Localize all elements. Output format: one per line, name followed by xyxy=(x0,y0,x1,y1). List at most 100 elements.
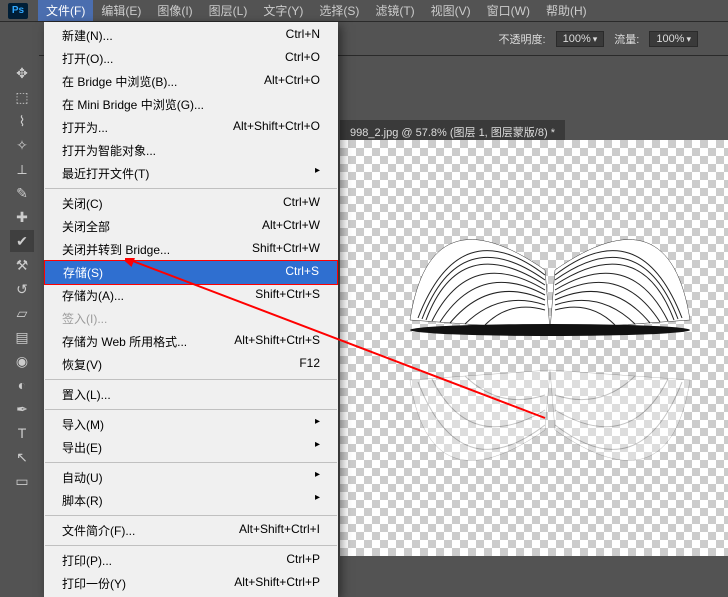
menu-item[interactable]: 文件简介(F)...Alt+Shift+Ctrl+I xyxy=(44,519,338,542)
menu-item-label: 最近打开文件(T) xyxy=(62,165,149,182)
menu-item[interactable]: 存储为 Web 所用格式... Alt+Shift+Ctrl+S xyxy=(44,330,338,353)
menu-view[interactable]: 视图(V) xyxy=(423,0,479,21)
tool-type[interactable]: T xyxy=(10,422,34,444)
menu-select[interactable]: 选择(S) xyxy=(311,0,367,21)
tool-gradient[interactable]: ▤ xyxy=(10,326,34,348)
menu-item[interactable]: 导入(M) xyxy=(44,413,338,436)
menu-item-label: 在 Mini Bridge 中浏览(G)... xyxy=(62,96,204,113)
menu-item-label: 存储为(A)... xyxy=(62,287,124,304)
file-dropdown: 新建(N)...Ctrl+N 打开(O)... Ctrl+O 在 Bridge 中浏览… xyxy=(44,22,338,597)
menu-item[interactable]: 打开为... Alt+Shift+Ctrl+O xyxy=(44,116,338,139)
menu-item-shortcut: Ctrl+W xyxy=(283,195,320,212)
menu-item-label: 自动(U) xyxy=(62,469,103,486)
menu-item[interactable]: 脚本(R) xyxy=(44,489,338,512)
menu-item[interactable]: 关闭全部 Alt+Ctrl+W xyxy=(44,215,338,238)
menu-item-label: 打印(P)... xyxy=(62,552,112,569)
menu-item-label: 文件简介(F)... xyxy=(62,522,135,539)
tool-crop[interactable]: ⟂ xyxy=(10,158,34,180)
opacity-label: 不透明度: xyxy=(499,31,546,47)
menu-item-label: 打印一份(Y) xyxy=(62,575,126,592)
menu-item[interactable]: 打开(O)... Ctrl+O xyxy=(44,47,338,70)
menu-item[interactable]: 在 Mini Bridge 中浏览(G)... xyxy=(44,93,338,116)
menu-item-label: 打开为... xyxy=(62,119,108,136)
flow-value[interactable]: 100%▾ xyxy=(649,31,698,47)
tool-path[interactable]: ↖ xyxy=(10,446,34,468)
tool-wand[interactable]: ✧ xyxy=(10,134,34,156)
tool-history[interactable]: ↺ xyxy=(10,278,34,300)
tool-eraser[interactable]: ▱ xyxy=(10,302,34,324)
menu-item[interactable]: 打印一份(Y) Alt+Shift+Ctrl+P xyxy=(44,572,338,595)
book-image xyxy=(400,150,700,350)
menu-item[interactable]: 导出(E) xyxy=(44,436,338,459)
menu-item-label: 打开(O)... xyxy=(62,50,113,67)
tool-blur[interactable]: ◉ xyxy=(10,350,34,372)
book-reflection xyxy=(400,350,700,550)
menu-item-shortcut: Shift+Ctrl+W xyxy=(252,241,320,258)
tool-move[interactable]: ✥ xyxy=(10,62,34,84)
menu-item-label: 签入(I)... xyxy=(62,310,107,327)
menu-item-label: 导入(M) xyxy=(62,416,104,433)
menu-help[interactable]: 帮助(H) xyxy=(538,0,595,21)
menu-item-shortcut: Shift+Ctrl+S xyxy=(255,287,320,304)
tool-brush[interactable]: ✔ xyxy=(10,230,34,252)
menu-item[interactable]: 打开为智能对象... xyxy=(44,139,338,162)
menu-filter[interactable]: 滤镜(T) xyxy=(367,0,422,21)
menu-item-label: 关闭全部 xyxy=(62,218,110,235)
tool-dodge[interactable]: ◐ xyxy=(10,374,34,396)
menu-item: 签入(I)... xyxy=(44,307,338,330)
menu-layer[interactable]: 图层(L) xyxy=(201,0,256,21)
menu-item-label: 存储为 Web 所用格式... xyxy=(62,333,187,350)
menu-item[interactable]: 最近打开文件(T) xyxy=(44,162,338,185)
menu-item-shortcut: F12 xyxy=(299,356,320,373)
menu-separator xyxy=(45,379,337,380)
toolbox: ✥⬚⌇✧⟂✎✚✔⚒↺▱▤◉◐✒T↖▭ xyxy=(5,22,39,492)
chevron-down-icon[interactable]: ▾ xyxy=(686,34,691,44)
menu-type[interactable]: 文字(Y) xyxy=(255,0,311,21)
menu-item[interactable]: 恢复(V) F12 xyxy=(44,353,338,376)
menu-item[interactable]: 关闭(C) Ctrl+W xyxy=(44,192,338,215)
menu-item-label: 导出(E) xyxy=(62,439,102,456)
menu-item-shortcut: Alt+Ctrl+O xyxy=(264,73,320,90)
menu-item-shortcut: Ctrl+N xyxy=(286,27,320,44)
menu-item-label: 打开为智能对象... xyxy=(62,142,156,159)
menu-separator xyxy=(45,188,337,189)
chevron-down-icon[interactable]: ▾ xyxy=(593,34,598,44)
menu-item-shortcut: Alt+Shift+Ctrl+S xyxy=(234,333,320,350)
tool-lasso[interactable]: ⌇ xyxy=(10,110,34,132)
menu-item[interactable]: 关闭并转到 Bridge... Shift+Ctrl+W xyxy=(44,238,338,261)
menu-item[interactable]: 置入(L)... xyxy=(44,383,338,406)
menu-item[interactable]: 打印(P)... Ctrl+P xyxy=(44,549,338,572)
app-icon: Ps xyxy=(8,3,28,19)
menu-item[interactable]: 新建(N)...Ctrl+N xyxy=(44,24,338,47)
tool-marquee[interactable]: ⬚ xyxy=(10,86,34,108)
menu-item-label: 关闭(C) xyxy=(62,195,103,212)
menu-item-label: 恢复(V) xyxy=(62,356,102,373)
opacity-value[interactable]: 100%▾ xyxy=(556,31,605,47)
canvas[interactable] xyxy=(340,140,728,556)
tool-pen[interactable]: ✒ xyxy=(10,398,34,420)
menu-item[interactable]: 存储为(A)... Shift+Ctrl+S xyxy=(44,284,338,307)
menu-separator xyxy=(45,462,337,463)
menu-item-shortcut: Alt+Shift+Ctrl+O xyxy=(233,119,320,136)
menu-item-shortcut: Ctrl+P xyxy=(286,552,320,569)
tool-stamp[interactable]: ⚒ xyxy=(10,254,34,276)
tool-heal[interactable]: ✚ xyxy=(10,206,34,228)
menu-item-shortcut: Alt+Shift+Ctrl+P xyxy=(234,575,320,592)
tool-shape[interactable]: ▭ xyxy=(10,470,34,492)
menu-item[interactable]: 存储(S)Ctrl+S xyxy=(44,260,338,285)
menu-item-shortcut: Ctrl+S xyxy=(285,264,319,281)
menu-image[interactable]: 图像(I) xyxy=(149,0,200,21)
menu-item-label: 关闭并转到 Bridge... xyxy=(62,241,170,258)
tool-eyedrop[interactable]: ✎ xyxy=(10,182,34,204)
menu-item[interactable]: 自动(U) xyxy=(44,466,338,489)
menu-item-shortcut: Alt+Ctrl+W xyxy=(262,218,320,235)
menu-file[interactable]: 文件(F) xyxy=(38,0,93,21)
menu-item-shortcut: Ctrl+O xyxy=(285,50,320,67)
menu-item-label: 置入(L)... xyxy=(62,386,111,403)
menu-edit[interactable]: 编辑(E) xyxy=(93,0,149,21)
menu-item[interactable]: 在 Bridge 中浏览(B)...Alt+Ctrl+O xyxy=(44,70,338,93)
menubar: Ps 文件(F) 编辑(E) 图像(I) 图层(L) 文字(Y) 选择(S) 滤… xyxy=(0,0,728,22)
menu-separator xyxy=(45,409,337,410)
menu-separator xyxy=(45,545,337,546)
menu-window[interactable]: 窗口(W) xyxy=(479,0,538,21)
